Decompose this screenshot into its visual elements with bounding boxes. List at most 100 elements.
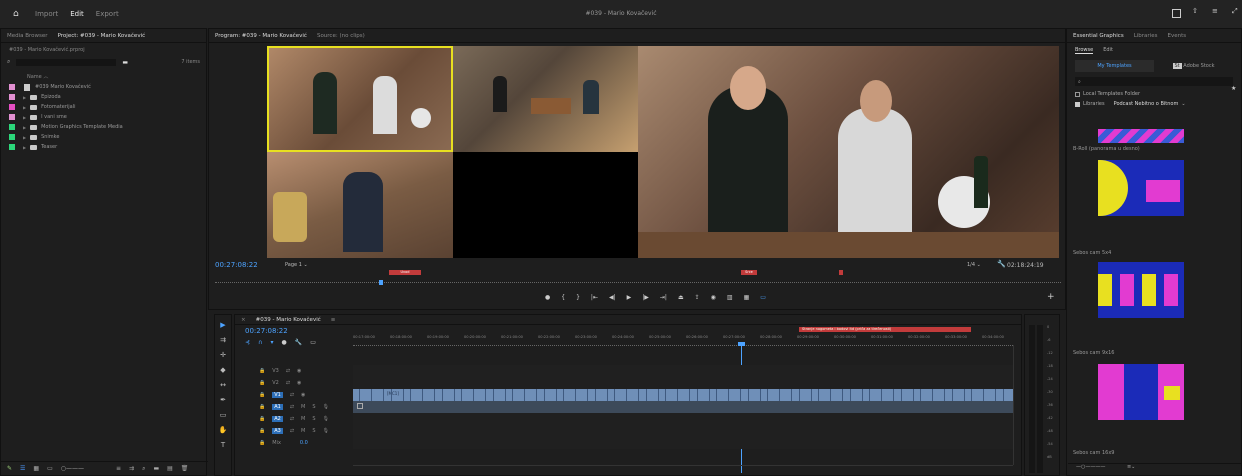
mark-in-icon[interactable]: { bbox=[561, 294, 565, 301]
linked-selection-icon[interactable]: ∩ bbox=[258, 339, 262, 346]
vr-icon[interactable]: ▭ bbox=[760, 294, 766, 301]
microphone-icon[interactable]: 🎙 bbox=[323, 404, 329, 410]
expand-arrow-icon[interactable]: ▶ bbox=[23, 105, 26, 110]
lift-icon[interactable]: ⏏ bbox=[678, 294, 684, 301]
go-to-out-icon[interactable]: ⇥| bbox=[660, 294, 667, 301]
home-icon[interactable]: ⌂ bbox=[13, 9, 23, 19]
selection-tool-icon[interactable]: ▶ bbox=[220, 321, 225, 329]
snap-icon[interactable]: ⊰ bbox=[245, 339, 250, 346]
solo-button[interactable]: S bbox=[312, 428, 315, 434]
mute-button[interactable]: M bbox=[301, 428, 305, 434]
sort-icon[interactable]: ≡⌄ bbox=[1127, 464, 1135, 470]
automate-icon[interactable]: ⇉ bbox=[129, 465, 134, 472]
new-bin-icon[interactable]: ▬ bbox=[122, 59, 128, 66]
lock-icon[interactable]: 🔒 bbox=[259, 428, 265, 434]
hand-tool-icon[interactable]: ✋ bbox=[219, 426, 228, 434]
write-protect-icon[interactable]: ✎ bbox=[7, 465, 12, 472]
add-marker-icon[interactable]: ▾ bbox=[270, 339, 273, 346]
expand-arrow-icon[interactable]: ▶ bbox=[23, 125, 26, 130]
expand-arrow-icon[interactable]: ▶ bbox=[23, 135, 26, 140]
template-label[interactable]: Sebos cam 9x16 bbox=[1073, 350, 1114, 356]
lock-icon[interactable]: 🔒 bbox=[259, 380, 265, 386]
camera-angle-3[interactable] bbox=[267, 152, 453, 258]
tab-program[interactable]: Program: #039 - Mario Kovačević bbox=[215, 33, 307, 39]
star-icon[interactable]: ★ bbox=[1231, 85, 1236, 92]
camera-angle-1[interactable] bbox=[267, 46, 453, 152]
quick-export-icon[interactable] bbox=[1172, 9, 1181, 18]
microphone-icon[interactable]: 🎙 bbox=[323, 416, 329, 422]
search-icon[interactable]: ⌕ bbox=[7, 58, 10, 66]
new-item-icon[interactable]: ▤ bbox=[167, 465, 173, 472]
add-button-icon[interactable]: + bbox=[1047, 292, 1055, 302]
mix-value[interactable]: 0.0 bbox=[300, 440, 308, 446]
horizontal-scrollbar[interactable] bbox=[353, 465, 1013, 471]
tab-events[interactable]: Events bbox=[1167, 33, 1186, 39]
template-thumbnail-9x16[interactable] bbox=[1098, 262, 1184, 318]
playhead-handle[interactable] bbox=[738, 342, 745, 346]
zoom-slider[interactable]: —○———— bbox=[1076, 464, 1105, 470]
sync-lock-icon[interactable]: ⇄ bbox=[290, 416, 294, 422]
wrench-icon[interactable]: 🔧 bbox=[295, 339, 302, 346]
export-frame-icon[interactable]: ◉ bbox=[711, 294, 716, 301]
clip-a1[interactable] bbox=[353, 401, 1013, 413]
track-header-mix[interactable]: 🔒 Mix 0.0 bbox=[235, 437, 353, 449]
zoom-slider[interactable]: ○——— bbox=[61, 465, 84, 472]
expand-arrow-icon[interactable]: ▶ bbox=[23, 95, 26, 100]
tab-import[interactable]: Import bbox=[35, 10, 58, 18]
list-item[interactable]: ▶ Motion Graphics Template Media bbox=[1, 122, 206, 132]
lock-icon[interactable]: 🔒 bbox=[259, 416, 265, 422]
step-back-icon[interactable]: ◀| bbox=[609, 294, 616, 301]
list-item[interactable]: ▶ Fotomaterijali bbox=[1, 102, 206, 112]
tab-essential-graphics[interactable]: Essential Graphics bbox=[1073, 33, 1124, 39]
lock-icon[interactable]: 🔒 bbox=[259, 368, 265, 374]
eye-icon[interactable]: ◉ bbox=[297, 368, 301, 374]
add-marker-icon[interactable]: ● bbox=[545, 294, 550, 301]
slip-tool-icon[interactable]: ↔ bbox=[220, 381, 226, 389]
track-header-v1[interactable]: 🔒 V1 ⇄ ◉ bbox=[235, 389, 353, 401]
microphone-icon[interactable]: 🎙 bbox=[323, 428, 329, 434]
eye-icon[interactable]: ◉ bbox=[297, 380, 301, 386]
list-item[interactable]: ▶ Epizoda bbox=[1, 92, 206, 102]
list-item[interactable]: ▶ I vani sme bbox=[1, 112, 206, 122]
tab-browse[interactable]: Browse bbox=[1075, 47, 1094, 54]
template-label[interactable]: Sebos cam 16x9 bbox=[1073, 450, 1114, 456]
checkbox[interactable] bbox=[1075, 101, 1080, 107]
search-input[interactable] bbox=[16, 58, 117, 66]
tab-media-browser[interactable]: Media Browser bbox=[7, 33, 48, 39]
library-select[interactable]: Podcast Nebitno o Bitnom bbox=[1114, 101, 1179, 107]
lock-icon[interactable]: 🔒 bbox=[259, 440, 265, 446]
icon-view-icon[interactable]: ▦ bbox=[33, 465, 39, 472]
razor-tool-icon[interactable]: ◆ bbox=[220, 366, 225, 374]
eye-icon[interactable]: ◉ bbox=[301, 392, 305, 398]
new-bin-icon[interactable]: ▬ bbox=[153, 465, 159, 472]
list-item[interactable]: ▶ Teaser bbox=[1, 142, 206, 152]
freeform-view-icon[interactable]: ▭ bbox=[47, 465, 53, 472]
marker-uvod[interactable]: Uvod bbox=[389, 270, 421, 275]
share-icon[interactable]: ⇧ bbox=[1192, 7, 1198, 15]
sync-lock-icon[interactable]: ⇄ bbox=[290, 392, 294, 398]
tab-libraries[interactable]: Libraries bbox=[1134, 33, 1158, 39]
track-header-v2[interactable]: 🔒 V2 ⇄ ◉ bbox=[235, 377, 353, 389]
marker[interactable] bbox=[839, 270, 843, 275]
camera-angle-2[interactable] bbox=[453, 46, 638, 152]
pen-tool-icon[interactable]: ✒ bbox=[220, 396, 226, 404]
type-tool-icon[interactable]: T bbox=[221, 441, 225, 449]
timeline-timecode[interactable]: 00:27:08:22 bbox=[245, 327, 288, 335]
template-thumbnail-16x9[interactable] bbox=[1098, 364, 1184, 420]
local-templates-checkbox[interactable]: Local Templates Folder bbox=[1075, 91, 1233, 97]
ripple-edit-icon[interactable]: ✛ bbox=[220, 351, 226, 359]
libraries-checkbox[interactable]: Libraries Podcast Nebitno o Bitnom ⌄ bbox=[1075, 101, 1233, 107]
track-select-icon[interactable]: ⇉ bbox=[220, 336, 226, 344]
wrench-icon[interactable]: 🔧 bbox=[997, 260, 1006, 268]
list-item[interactable]: #039 Mario Kovačević bbox=[1, 82, 206, 92]
checkbox[interactable] bbox=[1075, 91, 1080, 97]
playhead-timecode[interactable]: 00:27:08:22 bbox=[215, 261, 258, 269]
lock-icon[interactable]: 🔒 bbox=[259, 392, 265, 398]
template-search-input[interactable]: ⌕ bbox=[1075, 77, 1233, 86]
page-selector[interactable]: Page 1 ⌄ bbox=[285, 262, 308, 268]
track-header-a3[interactable]: 🔒 A3 ⇄ M S 🎙 bbox=[235, 425, 353, 437]
template-thumbnail-5x4[interactable] bbox=[1098, 160, 1184, 216]
find-icon[interactable]: ⌕ bbox=[142, 465, 145, 473]
marker-icon[interactable]: ● bbox=[281, 339, 286, 346]
tab-edit[interactable]: Edit bbox=[70, 10, 84, 18]
